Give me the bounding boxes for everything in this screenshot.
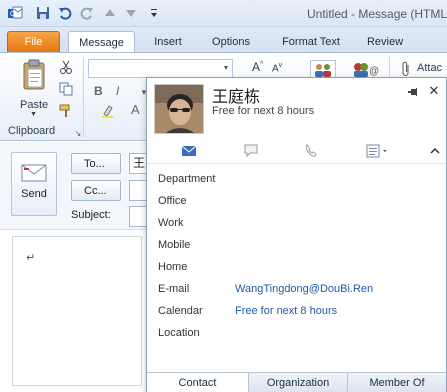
- cut-icon[interactable]: [58, 59, 74, 75]
- close-icon[interactable]: ✕: [427, 83, 441, 98]
- contact-photo: [154, 84, 204, 134]
- paste-icon: [23, 59, 45, 90]
- chevron-down-icon: ▼: [222, 65, 230, 72]
- tab-format-text[interactable]: Format Text: [274, 31, 348, 52]
- field-label-office: Office: [158, 195, 187, 207]
- tab-member-of[interactable]: Member Of: [347, 373, 446, 392]
- send-label: Send: [21, 188, 47, 200]
- send-button[interactable]: Send: [11, 152, 57, 216]
- up-arrow-icon[interactable]: [101, 4, 119, 22]
- save-icon[interactable]: [34, 4, 52, 22]
- tab-organization[interactable]: Organization: [248, 373, 347, 392]
- grow-font-button[interactable]: A^: [252, 60, 263, 74]
- pin-icon[interactable]: [406, 85, 420, 99]
- highlight-icon[interactable]: [100, 103, 116, 119]
- contact-name: 王庭栋: [212, 89, 261, 106]
- clipboard-group-label: Clipboard: [8, 125, 56, 137]
- field-value-email[interactable]: WangTingdong@DouBi.Ren: [235, 283, 373, 299]
- paste-button[interactable]: Paste ▼: [16, 57, 52, 118]
- group-separator: [83, 57, 84, 137]
- tab-insert[interactable]: Insert: [144, 31, 192, 52]
- format-painter-icon[interactable]: [58, 103, 74, 119]
- field-label-mobile: Mobile: [158, 239, 191, 251]
- attach-file-label[interactable]: Attac: [417, 62, 442, 74]
- customize-qat-icon[interactable]: [145, 4, 163, 22]
- tab-review[interactable]: Review: [360, 31, 410, 52]
- cc-button[interactable]: Cc...: [71, 180, 121, 201]
- message-body[interactable]: ↵: [12, 236, 142, 386]
- copy-icon[interactable]: [58, 81, 74, 97]
- font-name-combo[interactable]: ▼: [88, 59, 233, 78]
- svg-text:O: O: [10, 11, 16, 18]
- title-bar: O Untitled - Message (HTML: [0, 0, 447, 27]
- italic-button[interactable]: I: [116, 84, 119, 98]
- field-value-calendar[interactable]: Free for next 8 hours: [235, 305, 337, 321]
- shrink-font-button[interactable]: Av: [272, 62, 282, 74]
- paragraph-mark: ↵: [26, 252, 36, 264]
- field-label-home: Home: [158, 261, 188, 273]
- subject-label: Subject:: [71, 209, 111, 221]
- attach-icon[interactable]: [398, 61, 414, 77]
- tab-message[interactable]: Message: [68, 31, 135, 53]
- ribbon-tabs: File Message Insert Options Format Text …: [0, 27, 447, 53]
- send-envelope-icon: [21, 164, 47, 182]
- instant-message-icon[interactable]: [241, 142, 261, 160]
- tab-contact[interactable]: Contact: [147, 373, 248, 392]
- field-label-location: Location: [158, 327, 200, 339]
- outlook-app-icon[interactable]: O: [6, 4, 24, 22]
- to-button[interactable]: To...: [71, 153, 121, 174]
- field-label-work: Work: [158, 217, 184, 229]
- contact-actions: [147, 138, 446, 164]
- window-title: Untitled - Message (HTML: [307, 7, 447, 21]
- paste-label: Paste: [20, 99, 49, 111]
- field-label-calendar: Calendar: [158, 305, 203, 317]
- undo-icon[interactable]: [56, 4, 74, 22]
- redo-icon[interactable]: [78, 4, 96, 22]
- paste-dropdown-icon[interactable]: ▼: [30, 111, 37, 118]
- svg-text:@: @: [369, 66, 379, 77]
- contact-card: 王庭栋 Free for next 8 hours ✕ Department O…: [146, 77, 447, 392]
- field-label-email: E-mail: [158, 283, 190, 295]
- bold-button[interactable]: B: [94, 84, 103, 98]
- contact-options-icon[interactable]: [363, 142, 393, 160]
- field-label-department: Department: [158, 173, 216, 185]
- collapse-card-icon[interactable]: [427, 142, 443, 160]
- call-icon[interactable]: [301, 142, 321, 160]
- contact-status: Free for next 8 hours: [212, 105, 315, 117]
- font-color-button[interactable]: A: [131, 102, 140, 117]
- email-contact-icon[interactable]: [179, 142, 199, 160]
- tab-options[interactable]: Options: [203, 31, 259, 52]
- down-arrow-icon[interactable]: [122, 4, 140, 22]
- contact-card-tabs: Contact Organization Member Of: [147, 372, 446, 392]
- tab-file[interactable]: File: [7, 31, 60, 52]
